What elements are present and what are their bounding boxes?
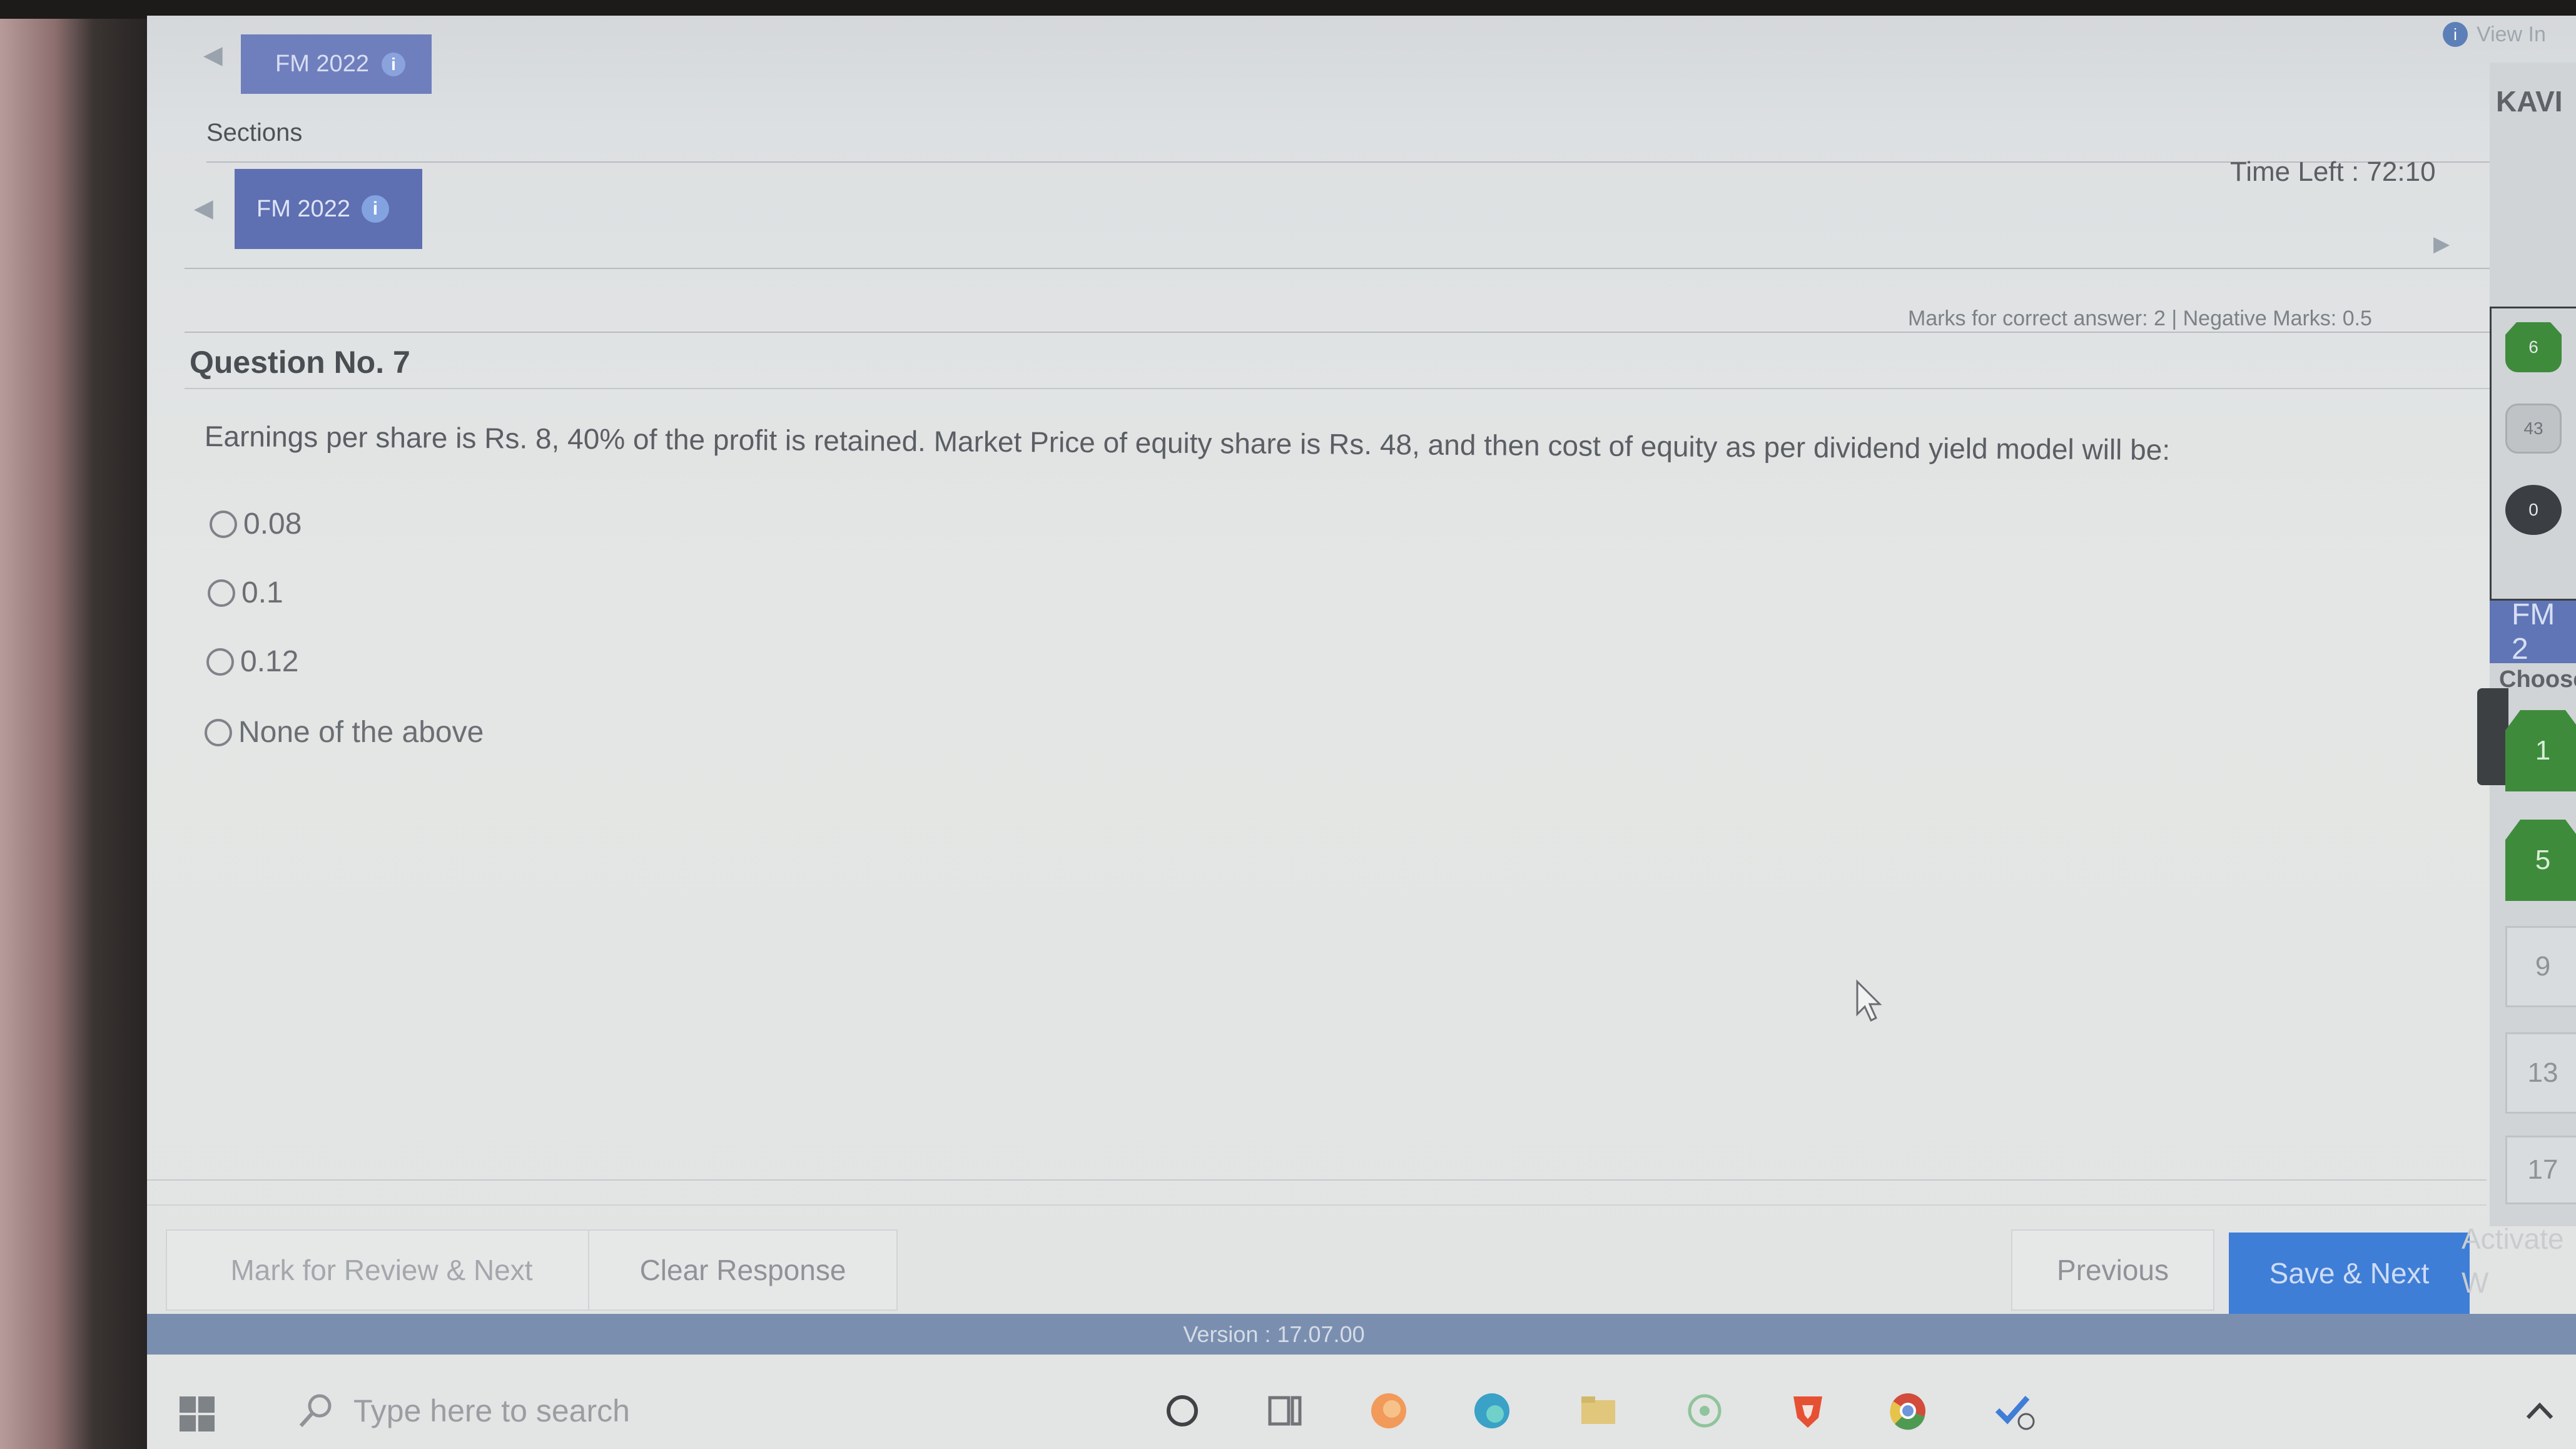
view-instructions-link[interactable]: i View In: [2443, 22, 2546, 47]
save-next-button[interactable]: Save & Next: [2229, 1233, 2470, 1314]
info-icon[interactable]: i: [361, 195, 389, 223]
firefox-icon[interactable]: [1367, 1389, 1411, 1433]
app-check-icon[interactable]: [1992, 1389, 2036, 1433]
top-tab-label: FM 2022: [275, 51, 369, 77]
photo-background: [0, 0, 156, 1449]
marks-info: Marks for correct answer: 2 | Negative M…: [1908, 307, 2372, 330]
question-number: Question No. 7: [190, 345, 410, 380]
radio-button[interactable]: [210, 510, 237, 538]
info-icon[interactable]: i: [381, 52, 405, 76]
divider: [147, 1204, 2487, 1206]
version-label: Version : 17.07.00: [1183, 1321, 1365, 1347]
radio-button[interactable]: [205, 718, 232, 746]
question-text: Earnings per share is Rs. 8, 40% of the …: [204, 420, 2171, 466]
cortana-icon[interactable]: [1160, 1389, 1204, 1433]
top-tab-fm2022[interactable]: FM 2022 i: [241, 34, 432, 94]
question-header: [185, 332, 2499, 389]
option-1[interactable]: 0.08: [210, 507, 302, 541]
option-4[interactable]: None of the above: [205, 715, 484, 750]
mouse-cursor-icon: [1856, 979, 1882, 1022]
palette-question-17[interactable]: 17: [2505, 1136, 2576, 1204]
scroll-left-arrow[interactable]: ◀: [203, 41, 223, 69]
radio-button[interactable]: [206, 648, 234, 676]
palette-section-tab[interactable]: FM 2: [2490, 598, 2576, 666]
candidate-name: KAVI: [2496, 85, 2563, 118]
chevron-up-icon[interactable]: [2518, 1389, 2562, 1433]
section-scroll-right-arrow[interactable]: ▶: [2433, 231, 2450, 257]
radio-button[interactable]: [208, 579, 235, 607]
mark-review-next-button[interactable]: Mark for Review & Next: [166, 1229, 597, 1311]
marked-count-badge: 0: [2505, 485, 2562, 535]
palette-question-5[interactable]: 5: [2505, 820, 2576, 901]
clear-response-button[interactable]: Clear Response: [588, 1229, 898, 1311]
edge-icon[interactable]: [1470, 1389, 1514, 1433]
task-view-icon[interactable]: [1264, 1389, 1307, 1433]
search-icon: [299, 1394, 332, 1428]
search-placeholder: Type here to search: [353, 1393, 630, 1428]
divider: [147, 1179, 2487, 1181]
chrome-icon[interactable]: [1886, 1389, 1930, 1433]
windows-taskbar: Type here to search: [147, 1355, 2576, 1449]
previous-button[interactable]: Previous: [2011, 1229, 2214, 1311]
answered-count-badge: 6: [2505, 322, 2562, 372]
option-label: 0.12: [240, 645, 299, 678]
option-3[interactable]: 0.12: [206, 644, 298, 679]
sections-bar: [206, 122, 2496, 163]
section-tab-label: FM 2022: [256, 195, 350, 222]
choose-question-label: Choose: [2499, 666, 2576, 693]
palette-question-1[interactable]: 1: [2505, 710, 2576, 791]
taskbar-search-box[interactable]: Type here to search: [260, 1376, 1104, 1445]
section-tabs-row: [185, 169, 2505, 269]
palette-question-9[interactable]: 9: [2505, 926, 2576, 1007]
option-label: 0.08: [243, 507, 302, 541]
windows-icon[interactable]: [178, 1395, 216, 1433]
version-bar: Version : 17.07.00: [147, 1314, 2576, 1355]
section-tab-fm2022[interactable]: FM 2022 i: [235, 169, 422, 249]
sections-label: Sections: [206, 119, 303, 146]
not-visited-count-badge: 43: [2505, 404, 2562, 454]
brave-icon[interactable]: [1786, 1389, 1830, 1433]
info-icon: i: [2443, 22, 2468, 47]
whatsapp-icon[interactable]: [1683, 1389, 1727, 1433]
collapse-palette-handle[interactable]: [2477, 688, 2508, 785]
option-2[interactable]: 0.1: [208, 576, 283, 610]
option-label: None of the above: [238, 716, 484, 749]
file-explorer-icon[interactable]: [1576, 1389, 1620, 1433]
option-label: 0.1: [241, 576, 283, 609]
exam-screen: ◀ FM 2022 i i View In Sections Time Left…: [147, 16, 2576, 1449]
section-scroll-left-arrow[interactable]: ◀: [194, 194, 213, 223]
palette-question-13[interactable]: 13: [2505, 1032, 2576, 1114]
